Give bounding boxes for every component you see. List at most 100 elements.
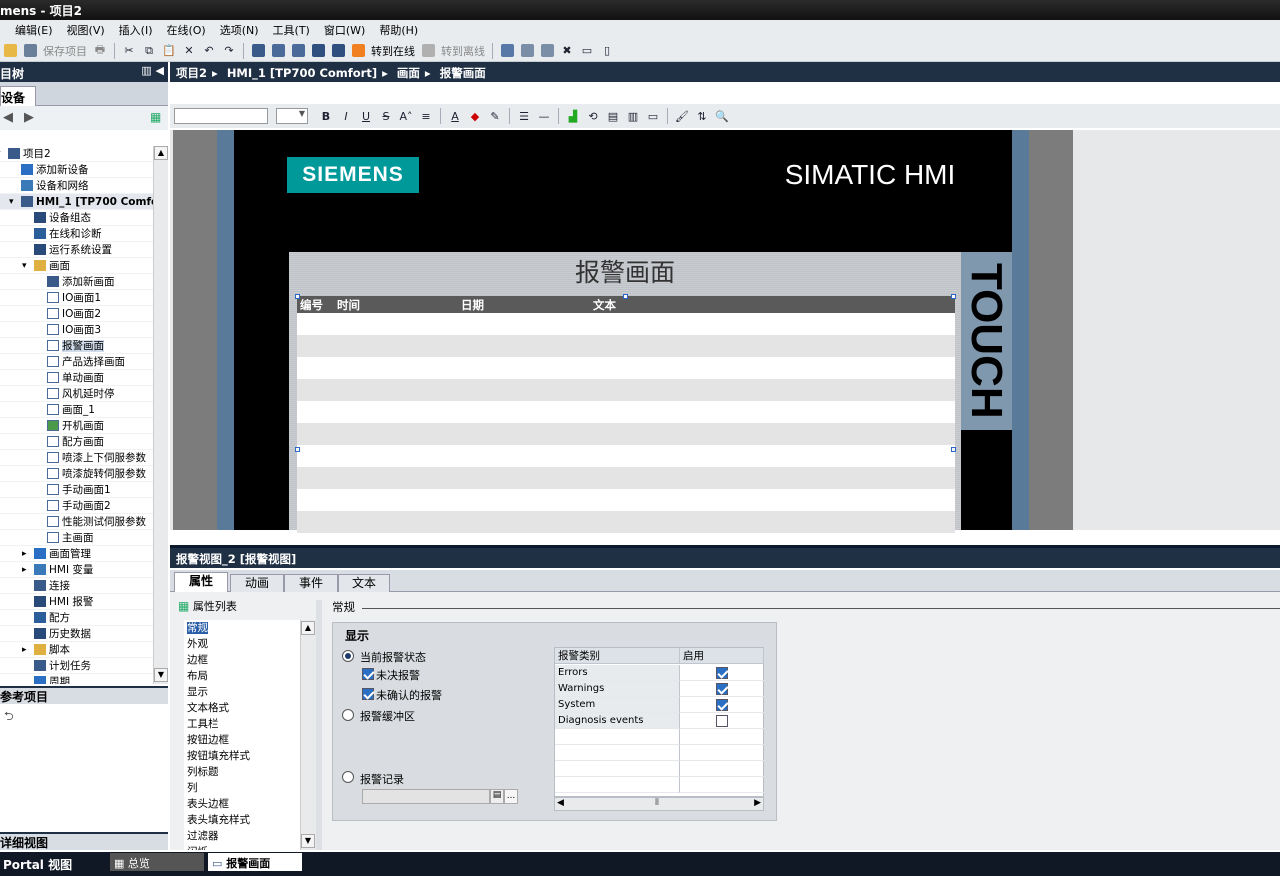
panel-collapse-icon[interactable]: ▥ ◀ (141, 64, 164, 77)
reference-projects-header[interactable]: 参考项目 (0, 686, 168, 704)
tree-item[interactable]: 连接 (0, 578, 153, 594)
property-list-item[interactable]: 显示 (184, 684, 300, 700)
tree-item[interactable]: HMI 报警 (0, 594, 153, 610)
back-icon[interactable]: ◀ (3, 110, 13, 125)
breadcrumb-screens[interactable]: 画面 (397, 66, 420, 80)
paste-icon[interactable]: 📋 (161, 42, 177, 60)
menu-tools[interactable]: 工具(T) (266, 22, 317, 38)
cut-icon[interactable]: ✂ (121, 42, 137, 60)
tree-item[interactable]: 报警画面 (0, 338, 153, 354)
tab-events[interactable]: 事件 (284, 574, 338, 592)
tree-item[interactable]: 性能测试伺服参数 (0, 514, 153, 530)
property-list-item[interactable]: 按钮填充样式 (184, 748, 300, 764)
tree-item[interactable]: 主画面 (0, 530, 153, 546)
tree-item[interactable]: 历史数据 (0, 626, 153, 642)
tab-animations[interactable]: 动画 (230, 574, 284, 592)
tree-item[interactable]: 开机画面 (0, 418, 153, 434)
tree-item[interactable]: 添加新设备 (0, 162, 153, 178)
save-icon[interactable] (22, 42, 38, 60)
line-width-icon[interactable]: ☰ (516, 107, 532, 125)
property-list-item[interactable]: 表头边框 (184, 796, 300, 812)
scroll-right-icon[interactable]: ▶ (754, 798, 761, 808)
browse-button[interactable]: ... (504, 789, 518, 804)
class-enabled-checkbox[interactable] (716, 667, 728, 679)
line-style-icon[interactable]: — (536, 107, 552, 125)
property-list-item[interactable]: 表头填充样式 (184, 812, 300, 828)
alarm-buffer-radio[interactable] (342, 709, 354, 721)
tree-item[interactable]: 周期 (0, 674, 153, 684)
underline-icon[interactable]: U (358, 107, 374, 125)
tree-item[interactable]: 风机延时停 (0, 386, 153, 402)
scroll-up-icon[interactable]: ▲ (301, 621, 315, 635)
split-icon[interactable] (539, 42, 555, 60)
font-family-select[interactable] (174, 108, 268, 124)
expand-icon[interactable]: ▾ (22, 258, 27, 274)
copy-icon[interactable]: ⧉ (141, 42, 157, 60)
tree-item[interactable]: 计划任务 (0, 658, 153, 674)
menu-window[interactable]: 窗口(W) (317, 22, 372, 38)
menu-edit[interactable]: 编辑(E) (8, 22, 60, 38)
format-painter-icon[interactable]: 🖌 (674, 107, 690, 125)
project-tree-scrollbar[interactable]: ▲ ▼ (153, 146, 168, 684)
class-col-header[interactable]: 报警类别 (555, 648, 680, 664)
tab-devices[interactable]: 设备 (0, 86, 36, 106)
tree-item[interactable]: 设备组态 (0, 210, 153, 226)
tree-item[interactable]: IO画面2 (0, 306, 153, 322)
undo-icon[interactable]: ↶ (201, 42, 217, 60)
alarm-view-rows[interactable] (297, 313, 955, 533)
tree-item[interactable]: 设备和网络 (0, 178, 153, 194)
expand-icon[interactable]: ▾ (0, 146, 1, 162)
resize-handle[interactable] (951, 447, 956, 452)
scroll-left-icon[interactable]: ◀ (557, 798, 564, 808)
menu-view[interactable]: 视图(V) (60, 22, 112, 38)
rotate-icon[interactable]: ⟲ (585, 107, 601, 125)
redo-icon[interactable]: ↷ (221, 42, 237, 60)
italic-icon[interactable]: I (338, 107, 354, 125)
table-row[interactable]: Errors (555, 665, 680, 681)
tile-horizontal-icon[interactable]: ▭ (579, 42, 595, 60)
pending-alarms-checkbox[interactable] (362, 668, 374, 680)
tab-properties[interactable]: 属性 (174, 572, 228, 593)
tree-item[interactable]: ▸ 脚本 (0, 642, 153, 658)
layer-icon[interactable]: ⇅ (694, 107, 710, 125)
task-overview[interactable]: ▦ 总览 (110, 853, 204, 871)
align-objects-icon[interactable]: ▤ (605, 107, 621, 125)
compile-icon[interactable] (250, 42, 266, 60)
tree-item[interactable]: IO画面3 (0, 322, 153, 338)
breadcrumb-project[interactable]: 项目2 (176, 66, 207, 80)
class-enabled-checkbox[interactable] (716, 699, 728, 711)
open-reference-icon[interactable]: ⮌ (4, 707, 14, 728)
menu-options[interactable]: 选项(N) (213, 22, 266, 38)
close-window-icon[interactable]: ✖ (559, 42, 575, 60)
table-row[interactable]: System (555, 697, 680, 713)
simulate-icon[interactable] (310, 42, 326, 60)
open-icon[interactable] (2, 42, 18, 60)
tree-item[interactable]: 手动画面1 (0, 482, 153, 498)
property-list-scrollbar[interactable]: ▲ ▼ (300, 620, 316, 850)
property-splitter[interactable] (316, 600, 322, 850)
runtime-icon[interactable] (330, 42, 346, 60)
tab-texts[interactable]: 文本 (338, 574, 390, 592)
bold-icon[interactable]: B (318, 107, 334, 125)
tree-item[interactable]: IO画面1 (0, 290, 153, 306)
property-list-item[interactable]: 常规 (184, 620, 300, 636)
go-offline-icon[interactable] (420, 42, 436, 60)
print-icon[interactable]: 🖶 (92, 42, 108, 60)
tree-item[interactable]: 运行系统设置 (0, 242, 153, 258)
property-list-item[interactable]: 边框 (184, 652, 300, 668)
resize-handle[interactable] (951, 294, 956, 299)
expand-icon[interactable]: ▾ (9, 194, 14, 210)
class-enabled-checkbox[interactable] (716, 715, 728, 727)
breadcrumb-device[interactable]: HMI_1 [TP700 Comfort] (227, 66, 377, 80)
current-alarm-state-radio[interactable] (342, 650, 354, 662)
detail-view-header[interactable]: 详细视图 (0, 832, 168, 850)
line-color-icon[interactable]: ✎ (487, 107, 503, 125)
tree-item[interactable]: 添加新画面 (0, 274, 153, 290)
tree-item[interactable]: 产品选择画面 (0, 354, 153, 370)
strikethrough-icon[interactable]: S (378, 107, 394, 125)
same-size-icon[interactable]: ▭ (645, 107, 661, 125)
property-list-item[interactable]: 列标题 (184, 764, 300, 780)
superscript-icon[interactable]: A˄ (398, 107, 414, 125)
download-icon[interactable] (270, 42, 286, 60)
property-list-item[interactable]: 布局 (184, 668, 300, 684)
